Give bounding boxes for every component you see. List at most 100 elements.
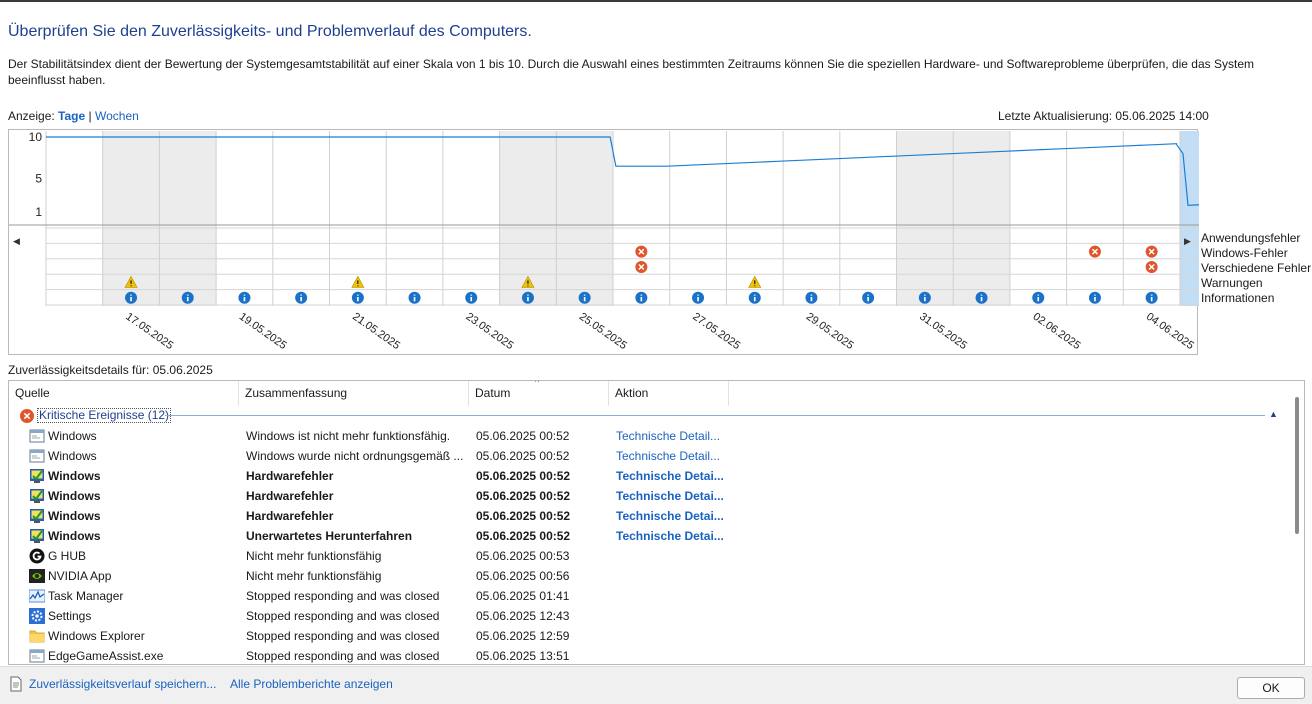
- row-date: 05.06.2025 13:51: [476, 649, 570, 663]
- table-row[interactable]: Windows Hardwarefehler 05.06.2025 00:52 Tec…: [9, 506, 1289, 526]
- day-column[interactable]: [613, 131, 670, 306]
- day-column[interactable]: [1123, 131, 1180, 306]
- day-column[interactable]: [1066, 131, 1124, 306]
- row-source: Windows: [48, 429, 97, 443]
- row-summary: Stopped responding and was closed: [246, 629, 440, 643]
- row-summary: Nicht mehr funktionsfähig: [246, 569, 382, 583]
- day-column[interactable]: [386, 131, 443, 306]
- triangle-right-icon[interactable]: ▶: [1184, 236, 1191, 247]
- view-weeks-link[interactable]: Wochen: [95, 109, 139, 123]
- day-column[interactable]: [272, 131, 330, 306]
- day-column[interactable]: [159, 131, 217, 306]
- view-selector: Anzeige: Tage | Wochen: [8, 109, 139, 123]
- row-action-link[interactable]: Technische Detai...: [616, 466, 730, 486]
- day-column[interactable]: [783, 131, 840, 306]
- day-column[interactable]: [1009, 131, 1067, 306]
- event-category-labels: Anwendungsfehler Windows-Fehler Verschie…: [1201, 231, 1311, 306]
- y-tick-label: 10: [29, 130, 43, 144]
- reliability-chart-svg[interactable]: 10 5 1 17.05.2025 19.05.2025 21.05.2025 23.05.…: [9, 130, 1199, 356]
- table-row[interactable]: Task Manager Stopped responding and was c…: [9, 586, 1289, 606]
- ghub-icon: [29, 548, 45, 564]
- triangle-left-icon[interactable]: ◀: [13, 236, 20, 247]
- critical-error-icon: [20, 409, 34, 423]
- window-top-border: [0, 0, 1312, 2]
- day-column[interactable]: [556, 131, 613, 306]
- table-scrollbar[interactable]: [1295, 397, 1299, 534]
- nvidia-icon: [29, 569, 45, 583]
- row-summary: Windows ist nicht mehr funktionsfähig.: [246, 429, 451, 443]
- date-tick-label: 02.06.2025: [1031, 311, 1083, 352]
- sort-caret-icon: ^: [535, 380, 540, 387]
- view-days-link[interactable]: Tage: [58, 109, 85, 123]
- row-date: 05.06.2025 00:56: [476, 569, 570, 583]
- day-column[interactable]: [216, 131, 273, 306]
- view-all-reports-link[interactable]: Alle Problemberichte anzeigen: [230, 677, 393, 691]
- row-source: Windows: [48, 469, 101, 483]
- column-header-source[interactable]: Quelle: [9, 381, 239, 406]
- collapse-chevron-icon[interactable]: ▲: [1269, 409, 1278, 419]
- row-source: Settings: [48, 609, 92, 623]
- date-tick-label: 19.05.2025: [237, 311, 289, 352]
- row-action-link[interactable]: Technische Detai...: [616, 526, 730, 546]
- row-summary: Windows wurde nicht ordnungsgemäß ...: [246, 449, 464, 463]
- details-table: Quelle Zusammenfassung Datum ^ Aktion Kr…: [8, 380, 1305, 665]
- day-column[interactable]: [953, 131, 1010, 306]
- day-column[interactable]: [669, 131, 727, 306]
- row-summary: Hardwarefehler: [246, 489, 334, 503]
- row-source: NVIDIA App: [48, 569, 112, 583]
- table-row[interactable]: Windows Unerwartetes Herunterfahren 05.06.…: [9, 526, 1289, 546]
- table-row[interactable]: Windows Windows wurde nicht ordnungsgemäß…: [9, 446, 1289, 466]
- row-date: 05.06.2025 00:52: [476, 489, 571, 503]
- date-tick-label: 23.05.2025: [464, 311, 516, 352]
- footer-bar: Zuverlässigkeitsverlauf speichern... All…: [0, 666, 1312, 704]
- date-tick-label: 31.05.2025: [917, 311, 969, 352]
- table-row[interactable]: Windows Windows ist nicht mehr funktionsf…: [9, 426, 1289, 446]
- row-action-link[interactable]: Technische Detail...: [616, 446, 730, 466]
- table-row[interactable]: EdgeGameAssist.exe Stopped responding and…: [9, 646, 1289, 664]
- row-action-link[interactable]: Technische Detai...: [616, 486, 730, 506]
- document-icon: [10, 676, 22, 692]
- ok-button[interactable]: OK: [1237, 677, 1305, 699]
- row-summary: Unerwartetes Herunterfahren: [246, 529, 413, 543]
- day-column[interactable]: [896, 131, 954, 306]
- group-divider: [165, 415, 1265, 416]
- last-update-text: Letzte Aktualisierung: 05.06.2025 14:00: [998, 109, 1209, 123]
- row-source: Windows: [48, 489, 101, 503]
- task-manager-icon: [29, 589, 45, 603]
- table-row[interactable]: Settings Stopped responding and was close…: [9, 606, 1289, 626]
- day-column[interactable]: [46, 131, 103, 306]
- category-label-windows-errors: Windows-Fehler: [1201, 246, 1288, 260]
- group-critical-events[interactable]: Kritische Ereignisse (12) ▲: [9, 406, 1289, 426]
- table-row[interactable]: NVIDIA App Nicht mehr funktionsfähig 05.06…: [9, 566, 1289, 586]
- date-tick-label: 27.05.2025: [690, 311, 742, 352]
- folder-icon: [29, 630, 45, 643]
- row-summary: Hardwarefehler: [246, 509, 334, 523]
- group-label[interactable]: Kritische Ereignisse (12): [37, 408, 172, 423]
- reliability-chart[interactable]: 10 5 1 17.05.2025 19.05.2025 21.05.2025 23.05.…: [8, 129, 1199, 356]
- row-date: 05.06.2025 00:52: [476, 509, 571, 523]
- page-title: Überprüfen Sie den Zuverlässigkeits- und…: [8, 23, 532, 40]
- row-action-link[interactable]: Technische Detail...: [616, 426, 730, 446]
- window-icon: [29, 449, 45, 463]
- save-history-link[interactable]: Zuverlässigkeitsverlauf speichern...: [29, 677, 216, 691]
- settings-gear-icon: [29, 608, 45, 624]
- row-source: Windows: [48, 449, 97, 463]
- table-row[interactable]: G HUB Nicht mehr funktionsfähig 05.06.2025…: [9, 546, 1289, 566]
- column-header-action[interactable]: Aktion: [609, 381, 729, 406]
- row-date: 05.06.2025 12:59: [476, 629, 570, 643]
- table-row[interactable]: Windows Hardwarefehler 05.06.2025 00:52 Tec…: [9, 466, 1289, 486]
- details-title: Zuverlässigkeitsdetails für: 05.06.2025: [8, 363, 213, 377]
- row-action-link[interactable]: Technische Detai...: [616, 506, 730, 526]
- row-date: 05.06.2025 00:53: [476, 549, 570, 563]
- row-date: 05.06.2025 00:52: [476, 449, 570, 463]
- date-tick-label: 29.05.2025: [804, 311, 856, 352]
- table-row[interactable]: Windows Hardwarefehler 05.06.2025 00:52 Tec…: [9, 486, 1289, 506]
- day-column[interactable]: [442, 131, 500, 306]
- y-tick-label: 1: [35, 205, 42, 219]
- row-summary: Stopped responding and was closed: [246, 589, 440, 603]
- window-icon: [29, 649, 45, 663]
- monitor-check-icon: [30, 469, 44, 483]
- row-source: Windows Explorer: [48, 629, 145, 643]
- column-header-summary[interactable]: Zusammenfassung: [239, 381, 469, 406]
- table-row[interactable]: Windows Explorer Stopped responding and w…: [9, 626, 1289, 646]
